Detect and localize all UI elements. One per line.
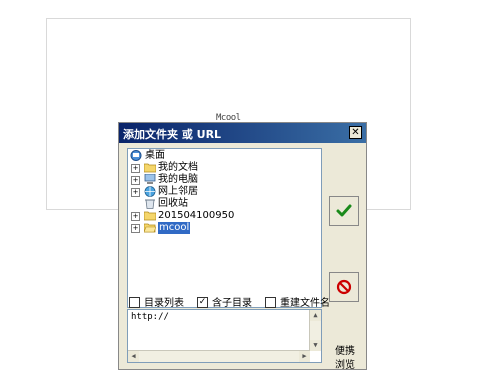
option-label: 目录列表 <box>144 298 184 309</box>
portable-label: 便携 <box>335 346 355 357</box>
folder-icon <box>144 211 156 221</box>
expand-icon[interactable]: + <box>131 188 140 197</box>
scroll-left-icon[interactable]: ◀ <box>128 351 139 362</box>
tree-item-desktop[interactable]: 桌面 <box>130 150 280 162</box>
checkmark-icon <box>336 204 352 217</box>
url-input[interactable]: http:// ▲ ▼ ◀ ▶ <box>127 309 322 363</box>
prohibited-icon <box>336 279 352 295</box>
folder-icon <box>144 163 156 173</box>
dialog-title: 添加文件夹 或 URL <box>123 128 222 141</box>
expand-icon[interactable]: + <box>131 212 140 221</box>
checkbox-rebuild-filename[interactable] <box>265 296 276 308</box>
recycle-bin-icon <box>145 199 155 209</box>
vertical-scrollbar[interactable]: ▲ ▼ <box>309 310 321 351</box>
tree-item-label: 桌面 <box>145 150 165 161</box>
expand-icon[interactable]: + <box>131 224 140 233</box>
option-label: 含子目录 <box>212 298 252 309</box>
url-text: http:// <box>131 312 169 322</box>
tree-item-label: 回收站 <box>158 198 188 209</box>
tree-item-label: mcool <box>158 222 191 234</box>
scroll-up-icon[interactable]: ▲ <box>310 310 321 321</box>
expand-icon[interactable]: + <box>131 176 140 185</box>
option-rebuild-filename[interactable]: 重建文件名 <box>265 294 330 309</box>
browse-label[interactable]: 浏览 <box>335 356 355 371</box>
option-directory-list[interactable]: 目录列表 <box>129 294 184 309</box>
tree-item-label: 我的文档 <box>158 162 198 173</box>
folder-tree[interactable]: 桌面 + 我的文档 + 我的电脑 + 网上邻居 回收站 + 2015041009… <box>127 148 322 308</box>
tree-item-label: 网上邻居 <box>158 186 198 197</box>
tree-item-label: 201504100950 <box>158 210 235 221</box>
scroll-down-icon[interactable]: ▼ <box>310 340 321 351</box>
tree-item-mcool[interactable]: + mcool <box>130 222 280 234</box>
tree-item-label: 我的电脑 <box>158 174 198 185</box>
option-include-subdirectories[interactable]: ✓ 含子目录 <box>197 294 252 309</box>
horizontal-scrollbar[interactable]: ◀ ▶ <box>128 350 310 362</box>
computer-icon <box>144 174 156 184</box>
ok-button[interactable] <box>329 196 359 226</box>
checkbox-include-subdirectories[interactable]: ✓ <box>197 296 208 308</box>
checkbox-directory-list[interactable] <box>129 296 140 308</box>
tree-item-network[interactable]: + 网上邻居 <box>130 186 280 198</box>
cancel-button[interactable] <box>329 272 359 302</box>
tree-item-folder-201504100950[interactable]: + 201504100950 <box>130 210 280 222</box>
add-folder-dialog: 添加文件夹 或 URL ✕ 桌面 + 我的文档 + 我的电脑 + 网上邻居 回收… <box>118 122 367 371</box>
folder-open-icon <box>144 223 156 233</box>
option-label: 重建文件名 <box>280 298 330 309</box>
scroll-right-icon[interactable]: ▶ <box>299 351 310 362</box>
tree-item-my-computer[interactable]: + 我的电脑 <box>130 174 280 186</box>
dialog-title-bar[interactable]: 添加文件夹 或 URL ✕ <box>119 123 366 143</box>
expand-icon[interactable]: + <box>131 164 140 173</box>
close-button[interactable]: ✕ <box>349 126 362 139</box>
desktop-icon <box>130 150 142 161</box>
tree-item-recycle-bin[interactable]: 回收站 <box>130 198 280 210</box>
tree-item-my-documents[interactable]: + 我的文档 <box>130 162 280 174</box>
network-icon <box>144 186 156 197</box>
